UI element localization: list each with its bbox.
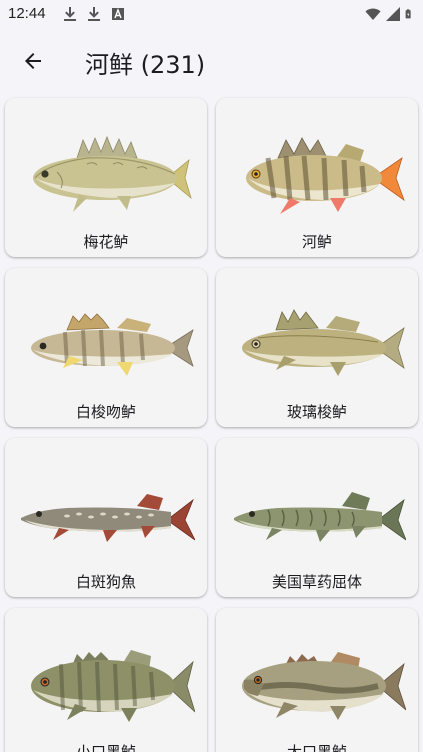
fish-card[interactable]: 美国草药屈体 xyxy=(216,438,418,597)
fish-name: 玻璃梭鲈 xyxy=(286,403,347,421)
fish-image xyxy=(234,492,406,542)
fish-image xyxy=(33,135,192,212)
fish-name: 白梭吻鲈 xyxy=(75,403,136,421)
fish-grid: 梅花鲈 河鲈 白梭吻鲈 玻璃梭鲈 白斑狗魚 美国草药屈体 小口黑鲈 大口黑鲈 xyxy=(5,98,418,752)
fish-image xyxy=(242,652,406,720)
fish-name: 小口黑鲈 xyxy=(75,743,136,752)
system-icons xyxy=(365,6,415,22)
status-time: 12:44 xyxy=(8,5,46,22)
fish-card[interactable]: 玻璃梭鲈 xyxy=(216,268,418,427)
fish-image xyxy=(242,309,405,376)
fish-card[interactable]: 白斑狗魚 xyxy=(5,438,207,597)
arrow-left-icon xyxy=(25,53,41,69)
page-title: 河鲜 (231) xyxy=(85,51,206,79)
fish-name: 美国草药屈体 xyxy=(271,573,362,591)
download-icon xyxy=(88,7,100,21)
fish-name: 梅花鲈 xyxy=(83,233,129,251)
download-icon xyxy=(64,7,76,21)
fish-image xyxy=(246,137,405,214)
fish-image xyxy=(31,650,195,722)
fish-card[interactable]: 白梭吻鲈 xyxy=(5,268,207,427)
fish-name: 大口黑鲈 xyxy=(286,743,347,752)
fish-image xyxy=(31,313,194,376)
back-button[interactable] xyxy=(13,43,53,79)
fish-card[interactable]: 河鲈 xyxy=(216,98,418,257)
app-bar: 河鲜 (231) xyxy=(0,28,423,94)
fish-card[interactable]: 大口黑鲈 xyxy=(216,608,418,752)
wifi-icon xyxy=(365,8,381,20)
fish-name: 河鲈 xyxy=(301,233,332,251)
font-a-icon xyxy=(112,8,124,20)
notification-icons xyxy=(62,6,126,22)
status-bar: 12:44 xyxy=(0,0,423,28)
fish-name: 白斑狗魚 xyxy=(75,573,136,591)
signal-icon xyxy=(386,7,400,21)
battery-icon xyxy=(405,9,411,19)
fish-card[interactable]: 小口黑鲈 xyxy=(5,608,207,752)
fish-card[interactable]: 梅花鲈 xyxy=(5,98,207,257)
fish-image xyxy=(21,494,195,542)
